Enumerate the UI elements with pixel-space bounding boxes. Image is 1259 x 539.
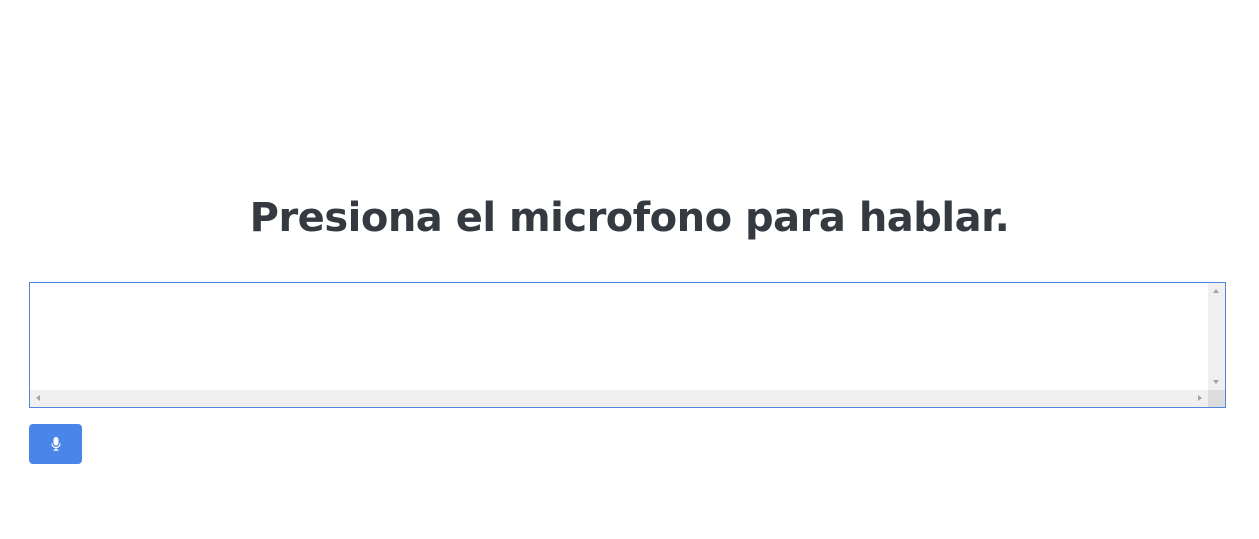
microphone-icon <box>50 437 61 451</box>
resize-corner[interactable] <box>1208 390 1225 407</box>
page-title: Presiona el microfono para hablar. <box>249 195 1010 241</box>
microphone-button[interactable] <box>29 424 82 464</box>
transcript-box <box>29 282 1226 408</box>
transcript-textarea[interactable] <box>30 283 1208 390</box>
horizontal-scrollbar[interactable] <box>30 390 1208 407</box>
vertical-scrollbar[interactable] <box>1208 283 1225 390</box>
scroll-left-arrow-icon[interactable] <box>36 395 40 401</box>
scroll-down-arrow-icon[interactable] <box>1213 380 1219 384</box>
scroll-up-arrow-icon[interactable] <box>1213 289 1219 293</box>
scroll-right-arrow-icon[interactable] <box>1198 395 1202 401</box>
